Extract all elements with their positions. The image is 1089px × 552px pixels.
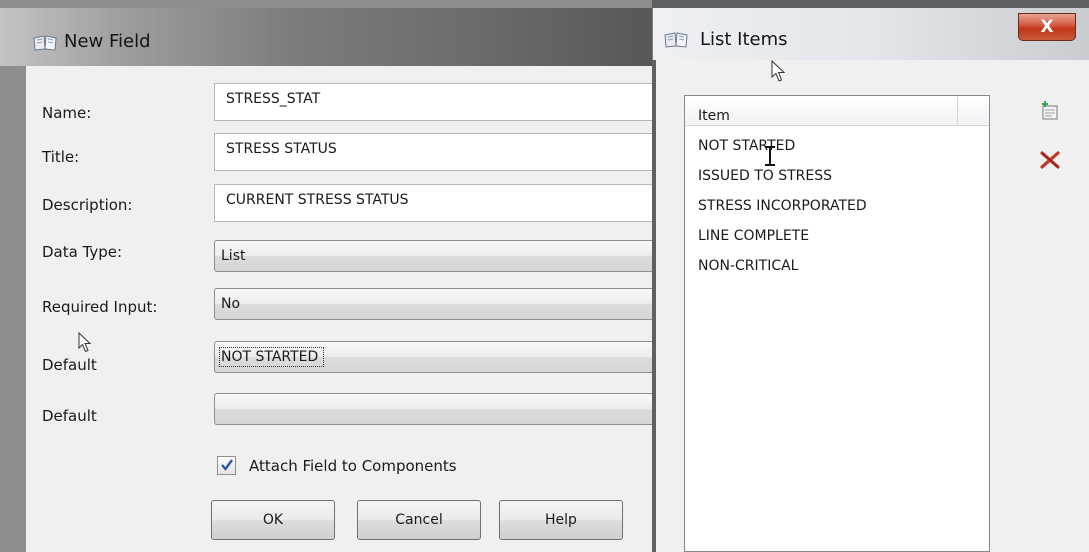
list-item[interactable]: NON-CRITICAL	[698, 258, 798, 274]
list-item[interactable]: STRESS INCORPORATED	[698, 198, 867, 214]
attach-field-label[interactable]: Attach Field to Components	[249, 457, 457, 475]
cancel-button[interactable]: Cancel	[357, 500, 481, 540]
close-button[interactable]: X	[1018, 13, 1076, 41]
column-header-item[interactable]: Item	[685, 96, 958, 126]
default-label-2: Default	[42, 407, 97, 425]
data-type-label: Data Type:	[42, 243, 123, 261]
default-dropdown[interactable]: NOT STARTED	[214, 341, 652, 373]
list-header: Item	[685, 96, 989, 126]
description-label: Description:	[42, 196, 133, 214]
text-cursor-icon	[765, 146, 775, 166]
checkmark-icon	[221, 459, 233, 471]
mouse-pointer-icon	[771, 60, 786, 82]
add-item-icon[interactable]	[1040, 100, 1060, 122]
new-field-title: New Field	[64, 31, 151, 52]
name-label: Name:	[42, 104, 92, 122]
list-item[interactable]: NOT STARTED	[698, 138, 795, 154]
book-icon	[664, 32, 688, 48]
name-field[interactable]: STRESS_STAT	[214, 83, 652, 121]
items-list[interactable]: Item NOT STARTED ISSUED TO STRESS STRESS…	[684, 95, 990, 552]
default-dropdown-2[interactable]	[214, 393, 652, 425]
book-icon	[33, 35, 57, 51]
title-label: Title:	[42, 148, 80, 166]
required-input-value: No	[221, 296, 241, 312]
new-field-titlebar[interactable]: New Field	[0, 8, 652, 66]
data-type-dropdown[interactable]: List	[214, 240, 652, 272]
data-type-value: List	[221, 248, 246, 264]
help-button[interactable]: Help	[499, 500, 623, 540]
default-value: NOT STARTED	[218, 347, 325, 367]
default-label: Default	[42, 356, 97, 374]
required-input-label: Required Input:	[42, 298, 158, 316]
delete-item-icon[interactable]	[1039, 150, 1061, 170]
list-item[interactable]: LINE COMPLETE	[698, 228, 809, 244]
attach-field-checkbox[interactable]	[217, 456, 236, 475]
title-field[interactable]: STRESS STATUS	[214, 133, 652, 171]
ok-button[interactable]: OK	[211, 500, 335, 540]
list-items-title: List Items	[700, 29, 788, 50]
description-field[interactable]: CURRENT STRESS STATUS	[214, 184, 652, 222]
list-item[interactable]: ISSUED TO STRESS	[698, 168, 832, 184]
required-input-dropdown[interactable]: No	[214, 288, 652, 320]
mouse-pointer-icon	[78, 332, 92, 353]
new-field-dialog: New Field Name: Title: Description: Data…	[0, 0, 652, 552]
